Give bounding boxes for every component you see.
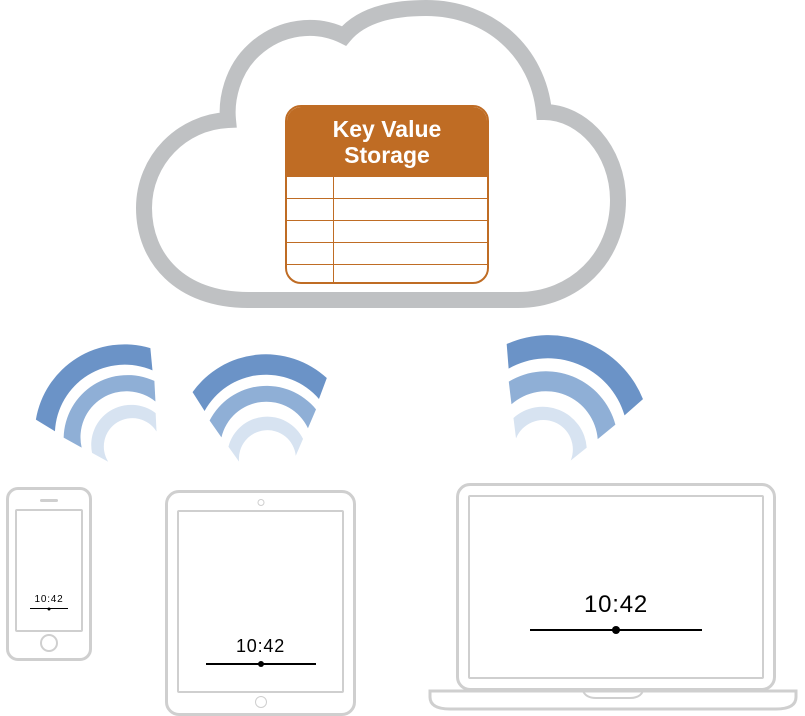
- storage-title-line1: Key Value: [333, 116, 442, 142]
- device-tablet: 10:42: [165, 490, 350, 710]
- tablet-time-display: 10:42: [168, 636, 353, 665]
- laptop-screen-frame: 10:42: [456, 483, 776, 691]
- phone-slider: [30, 608, 68, 609]
- tablet-slider: [206, 663, 316, 665]
- phone-home-button: [40, 634, 58, 652]
- laptop-time: 10:42: [584, 591, 648, 619]
- laptop-time-display: 10:42: [459, 591, 773, 631]
- laptop-base: [428, 689, 798, 711]
- storage-grid: [287, 177, 487, 282]
- phone-time: 10:42: [34, 594, 63, 605]
- laptop-screen: [468, 495, 764, 679]
- storage-header: Key Value Storage: [287, 107, 487, 177]
- device-phone: 10:42: [6, 487, 86, 655]
- wifi-signal-tablet: [175, 325, 350, 500]
- wifi-signal-laptop: [465, 305, 660, 500]
- wifi-signal-phone: [20, 320, 195, 495]
- tablet-home-button: [255, 696, 267, 708]
- laptop-slider: [530, 629, 702, 631]
- phone-time-display: 10:42: [9, 594, 89, 609]
- icloud-sync-diagram: Key Value Storage: [0, 0, 805, 711]
- tablet-camera: [257, 499, 264, 506]
- tablet-time: 10:42: [236, 636, 285, 657]
- storage-title-line2: Storage: [344, 142, 430, 168]
- phone-speaker: [40, 499, 58, 502]
- device-laptop: 10:42: [428, 483, 798, 711]
- key-value-storage: Key Value Storage: [285, 105, 489, 284]
- phone-screen: [15, 509, 83, 632]
